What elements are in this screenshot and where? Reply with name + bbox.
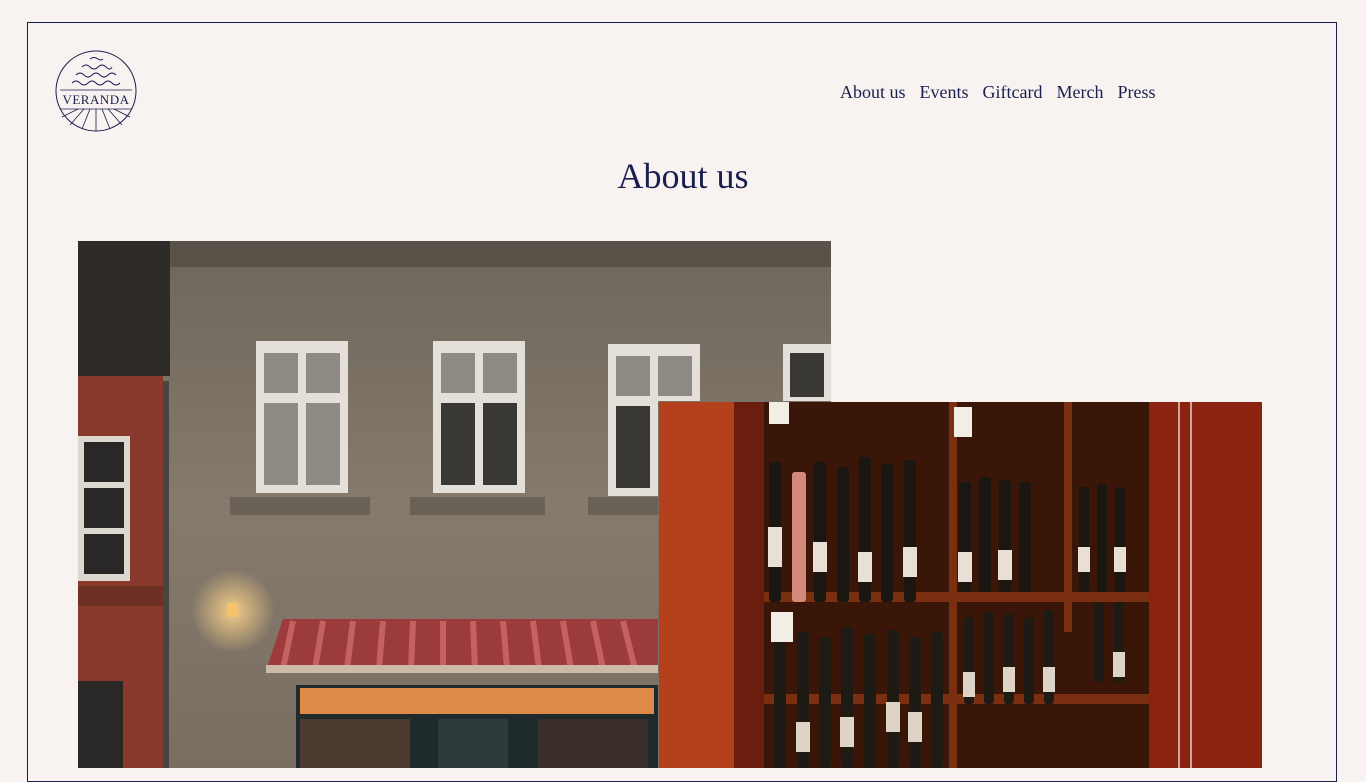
nav-merch-link[interactable]: Merch [1056,82,1103,103]
logo-wordmark: VERANDA [62,92,130,107]
page-title: About us [617,156,749,196]
wine-shelf-photo [659,402,1262,768]
nav-giftcard-link[interactable]: Giftcard [983,82,1043,103]
nav-events-link[interactable]: Events [920,82,969,103]
main-navigation: About us Events Giftcard Merch Press [840,82,1155,103]
nav-about-us-link[interactable]: About us [840,82,906,103]
veranda-logo[interactable]: VERANDA [54,49,138,133]
nav-press-link[interactable]: Press [1117,82,1155,103]
sun-logo-icon [55,50,137,132]
